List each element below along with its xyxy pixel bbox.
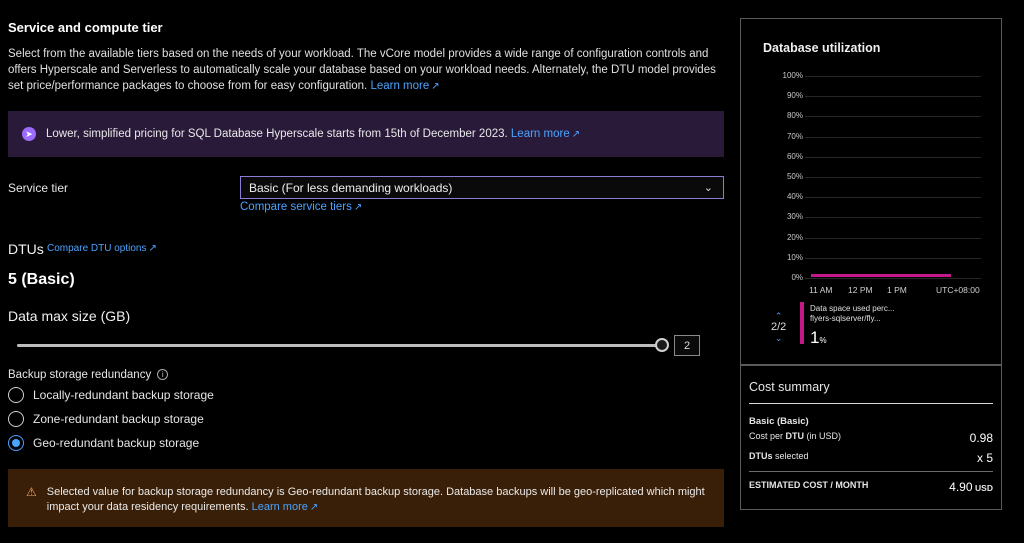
- cost-summary-title: Cost summary: [749, 380, 830, 394]
- compare-service-tiers-link[interactable]: Compare service tiers: [240, 201, 352, 213]
- cost-per-dtu-value: 0.98: [969, 431, 993, 445]
- grid-line: [805, 136, 981, 138]
- x-tick: 1 PM: [887, 285, 907, 295]
- y-tick: 100%: [782, 71, 803, 80]
- compare-dtu-options: Compare DTU options ↗: [47, 243, 157, 254]
- warning-learn-more-link[interactable]: Learn more: [252, 501, 308, 513]
- hyperscale-pricing-banner: ➤ Lower, simplified pricing for SQL Data…: [8, 111, 724, 157]
- chevron-up-icon[interactable]: ⌃: [771, 311, 786, 321]
- legend-color-mark: [800, 302, 804, 344]
- service-tier-label: Service tier: [8, 181, 69, 195]
- y-tick: 0%: [791, 273, 803, 282]
- grid-line: [805, 156, 981, 158]
- data-max-size-input[interactable]: 2: [674, 335, 700, 356]
- radio-option[interactable]: Geo-redundant backup storage: [8, 435, 214, 451]
- cost-summary-panel: Cost summary Basic (Basic) Cost per DTU …: [740, 365, 1002, 510]
- utilization-title: Database utilization: [763, 41, 881, 55]
- legend-value: 1%: [810, 328, 827, 347]
- grid-line: [805, 197, 981, 199]
- legend-series-name: Data space used perc... flyers-sqlserver…: [810, 304, 895, 323]
- external-link-icon: ↗: [431, 81, 440, 92]
- y-tick: 90%: [786, 91, 803, 101]
- x-tick: 12 PM: [848, 285, 873, 295]
- info-icon[interactable]: i: [157, 369, 169, 381]
- y-tick: 80%: [786, 111, 803, 121]
- dtus-value: 5 (Basic): [8, 271, 75, 288]
- backup-warning-banner: ⚠ Selected value for backup storage redu…: [8, 469, 724, 527]
- external-link-icon: ↗: [353, 202, 363, 213]
- grid-line: [805, 177, 981, 178]
- y-tick: 30%: [786, 212, 803, 222]
- warning-icon: ⚠: [26, 485, 37, 499]
- y-tick: 60%: [786, 151, 803, 161]
- y-tick: 10%: [786, 252, 803, 262]
- y-tick: 50%: [786, 172, 803, 181]
- compare-dtu-options-link[interactable]: Compare DTU options: [47, 243, 146, 254]
- section-title: Service and compute tier: [8, 20, 163, 35]
- dtus-selected-row: DTUs selected x 5: [749, 451, 993, 465]
- external-link-icon: ↗: [309, 502, 319, 513]
- radio-locally-redundant[interactable]: [8, 387, 24, 403]
- y-tick: 70%: [786, 131, 803, 141]
- series-line: [811, 273, 951, 277]
- radio-option[interactable]: Zone-redundant backup storage: [8, 411, 214, 427]
- estimated-cost-row: ESTIMATED COST / MONTH 4.90 USD: [749, 480, 993, 494]
- legend-pager: ⌃ 2/2 ⌄: [771, 311, 787, 343]
- data-max-size-label: Data max size (GB): [8, 308, 131, 324]
- database-utilization-panel: Database utilization 100% 90% 80% 70% 60% 50%…: [740, 18, 1002, 365]
- radio-option[interactable]: Locally-redundant backup storage: [8, 387, 214, 403]
- section-description: Select from the available tiers based on…: [8, 46, 728, 95]
- dtus-label: DTUs: [8, 241, 44, 257]
- grid-line: [805, 257, 981, 259]
- chevron-down-icon: ⌄: [703, 182, 713, 194]
- grid-line: [805, 96, 981, 98]
- backup-redundancy-heading: Backup storage redundancy i: [8, 369, 169, 381]
- grid-line: [805, 237, 981, 239]
- grid-line: [805, 278, 981, 279]
- grid-line: [805, 76, 981, 77]
- radio-zone-redundant[interactable]: [8, 411, 24, 427]
- data-max-size-slider-track[interactable]: [17, 344, 662, 347]
- grid-line: [805, 116, 981, 118]
- cost-tier: Basic (Basic): [749, 416, 809, 427]
- external-link-icon: ↗: [571, 128, 581, 140]
- radio-geo-redundant[interactable]: [8, 435, 24, 451]
- grid-line: [805, 217, 981, 219]
- x-tick: 11 AM: [809, 285, 833, 295]
- learn-more-link[interactable]: Learn more: [370, 80, 429, 92]
- external-link-icon: ↗: [148, 243, 157, 254]
- cost-per-dtu-row: Cost per DTU (in USD) 0.98: [749, 431, 993, 445]
- dtus-selected-value: x 5: [976, 451, 993, 465]
- service-tier-dropdown[interactable]: Basic (For less demanding workloads) ⌄: [240, 176, 724, 199]
- chevron-down-icon[interactable]: ⌄: [771, 333, 786, 343]
- banner-learn-more-link[interactable]: Learn more: [511, 128, 570, 140]
- timezone-label: UTC+08:00: [936, 285, 980, 295]
- data-max-size-slider-thumb[interactable]: [655, 338, 669, 352]
- rocket-icon: ➤: [22, 127, 36, 141]
- estimated-cost-value: 4.90: [949, 480, 973, 494]
- compare-service-tiers: Compare service tiers ↗: [240, 201, 362, 213]
- y-tick: 40%: [786, 192, 803, 202]
- y-tick: 20%: [786, 232, 803, 242]
- backup-redundancy-options: Locally-redundant backup storage Zone-re…: [8, 387, 214, 451]
- divider: [749, 471, 993, 472]
- divider: [749, 403, 993, 404]
